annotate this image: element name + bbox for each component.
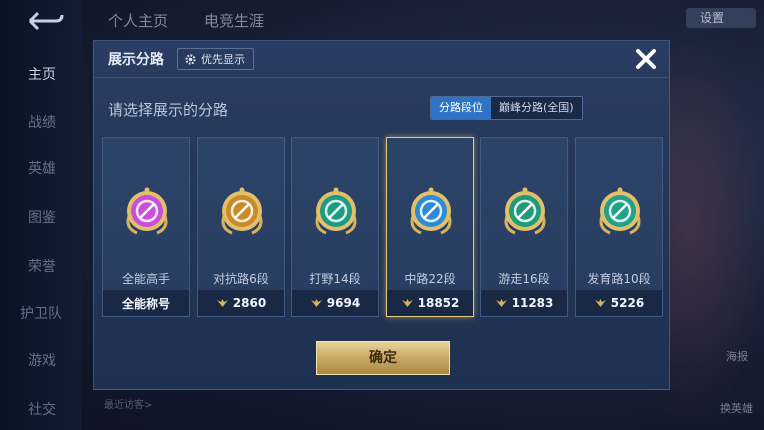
tab-esports-career[interactable]: 电竞生涯: [204, 10, 264, 31]
wings-icon: [216, 299, 228, 307]
sidebar-item-honors[interactable]: 荣誉: [0, 256, 82, 276]
lane-card-footer: 全能称号: [103, 290, 189, 316]
show-lane-dialog: 展示分路 优先显示 请选择展示的分路 分路段位 巅峰分路(全国) 全能高手全能称…: [93, 40, 670, 390]
wings-icon: [401, 299, 413, 307]
divider: [94, 77, 669, 78]
lane-mode-toggle: 分路段位 巅峰分路(全国): [430, 96, 583, 120]
close-icon[interactable]: [632, 45, 660, 73]
lane-card[interactable]: 全能高手 全能称号: [102, 137, 190, 317]
lane-card-name: 全能高手: [121, 272, 170, 286]
sidebar-item-social[interactable]: 社交: [0, 399, 82, 419]
sidebar-item-records[interactable]: 战绩: [0, 112, 82, 132]
back-icon[interactable]: [26, 10, 66, 32]
tab-lane-rank[interactable]: 分路段位: [431, 97, 491, 119]
all-round-badge-icon: [126, 187, 168, 235]
settings-button[interactable]: 设置: [686, 8, 756, 28]
sidebar-item-guard-team[interactable]: 护卫队: [0, 303, 82, 323]
lane-card-name: 对抗路6段: [213, 272, 269, 286]
lane-card-value: 18852: [417, 296, 460, 310]
lane-card-name: 游走16段: [498, 272, 550, 286]
wings-icon: [495, 299, 507, 307]
confirm-button[interactable]: 确定: [316, 341, 450, 375]
wings-icon: [594, 299, 606, 307]
lane-card-name: 中路22段: [404, 272, 456, 286]
wings-icon: [310, 299, 322, 307]
lane-card-footer: 11283: [481, 290, 567, 316]
lane-card-value: 9694: [326, 296, 361, 310]
tab-peak-lane-national[interactable]: 巅峰分路(全国): [491, 97, 582, 119]
sidebar-item-games[interactable]: 游戏: [0, 350, 82, 370]
sidebar-item-home[interactable]: 主页: [0, 64, 82, 84]
lane-card[interactable]: 游走16段 11283: [480, 137, 568, 317]
lane-card-name: 发育路10段: [587, 272, 651, 286]
lane-card-value: 5226: [610, 296, 645, 310]
lane-card-footer: 2860: [198, 290, 284, 316]
clash-lane-badge-icon: [221, 187, 263, 235]
lane-card-value: 全能称号: [121, 296, 170, 311]
lane-card[interactable]: 打野14段 9694: [291, 137, 379, 317]
lane-card-value: 2860: [232, 296, 267, 310]
recent-visitors-link[interactable]: 最近访客>: [104, 396, 152, 411]
poster-label[interactable]: 海报: [726, 348, 748, 364]
lane-card[interactable]: 对抗路6段 2860: [197, 137, 285, 317]
lane-card-footer: 5226: [576, 290, 662, 316]
lane-card-footer: 18852: [387, 290, 473, 316]
sidebar-item-heroes[interactable]: 英雄: [0, 158, 82, 178]
change-hero-label[interactable]: 换英雄: [720, 400, 753, 416]
farm-lane-badge-icon: [599, 187, 641, 235]
lane-card-name: 打野14段: [309, 272, 361, 286]
priority-display-label: 优先显示: [201, 53, 245, 66]
lane-card-footer: 9694: [292, 290, 378, 316]
mid-lane-badge-icon: [410, 187, 452, 235]
tab-personal-home[interactable]: 个人主页: [108, 10, 168, 31]
gear-icon: [185, 53, 196, 65]
lane-cards: 全能高手 全能称号 对抗路6段 2860 打野14段 9694 中路22段 18852 游走16…: [102, 137, 663, 317]
dialog-title: 展示分路: [108, 52, 164, 68]
roam-badge-icon: [504, 187, 546, 235]
priority-display-button[interactable]: 优先显示: [177, 48, 254, 70]
dialog-subtitle: 请选择展示的分路: [108, 101, 229, 119]
sidebar-item-codex[interactable]: 图鉴: [0, 207, 82, 227]
jungle-badge-icon: [315, 187, 357, 235]
lane-card[interactable]: 发育路10段 5226: [575, 137, 663, 317]
lane-card-value: 11283: [511, 296, 554, 310]
lane-card[interactable]: 中路22段 18852: [386, 137, 474, 317]
